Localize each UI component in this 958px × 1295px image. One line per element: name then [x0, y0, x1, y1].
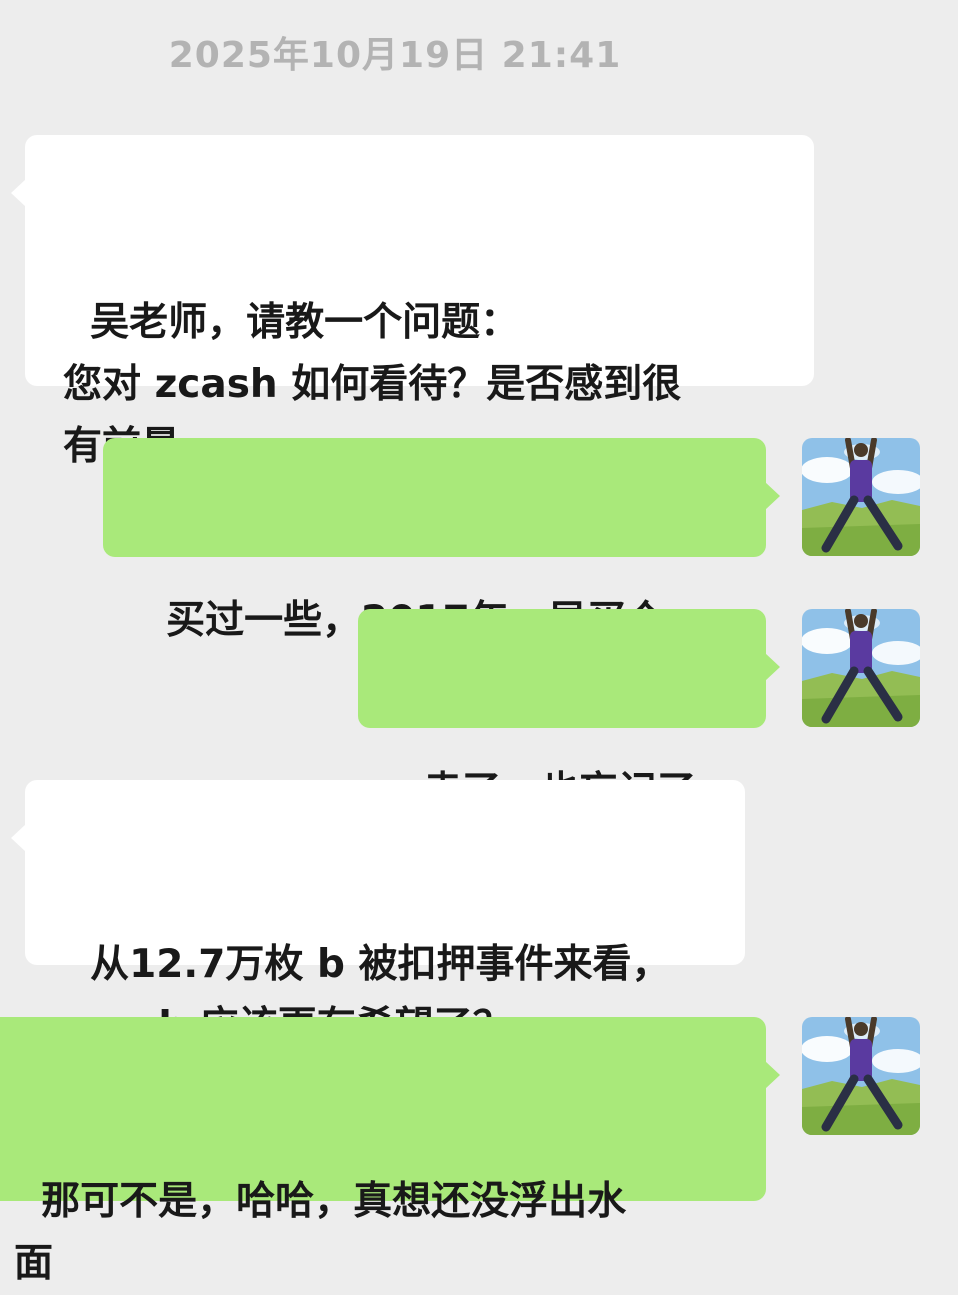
- message-bubble-outgoing[interactable]: 卖了，也忘记了: [358, 609, 780, 814]
- avatar-image-icon: [802, 1017, 920, 1135]
- avatar-image-icon: [802, 438, 920, 556]
- message-text: 那可不是，哈哈，真想还没浮出水 面: [14, 1179, 627, 1286]
- user-avatar[interactable]: [802, 1017, 920, 1135]
- bubble-tail: [765, 1061, 780, 1089]
- chat-timestamp: 2025年10月19日 21:41: [168, 35, 622, 76]
- bubble-tail: [765, 482, 780, 510]
- avatar-image-icon: [802, 609, 920, 727]
- bubble-tail: [11, 179, 26, 207]
- user-avatar[interactable]: [802, 438, 920, 556]
- message-bubble-incoming[interactable]: 吴老师，请教一个问题： 您对 zcash 如何看待？是否感到很 有前景…: [11, 135, 814, 469]
- message-bubble-outgoing[interactable]: 买过一些，2017年，早买个: [103, 438, 780, 643]
- message-bubble-outgoing[interactable]: 那可不是，哈哈，真想还没浮出水 面: [0, 1017, 780, 1286]
- user-avatar[interactable]: [802, 609, 920, 727]
- bubble-tail: [11, 824, 26, 852]
- bubble-tail: [765, 653, 780, 681]
- message-bubble-incoming[interactable]: 从12.7万枚 b 被扣押事件来看， zcash 应该更有希望了？: [11, 780, 745, 1049]
